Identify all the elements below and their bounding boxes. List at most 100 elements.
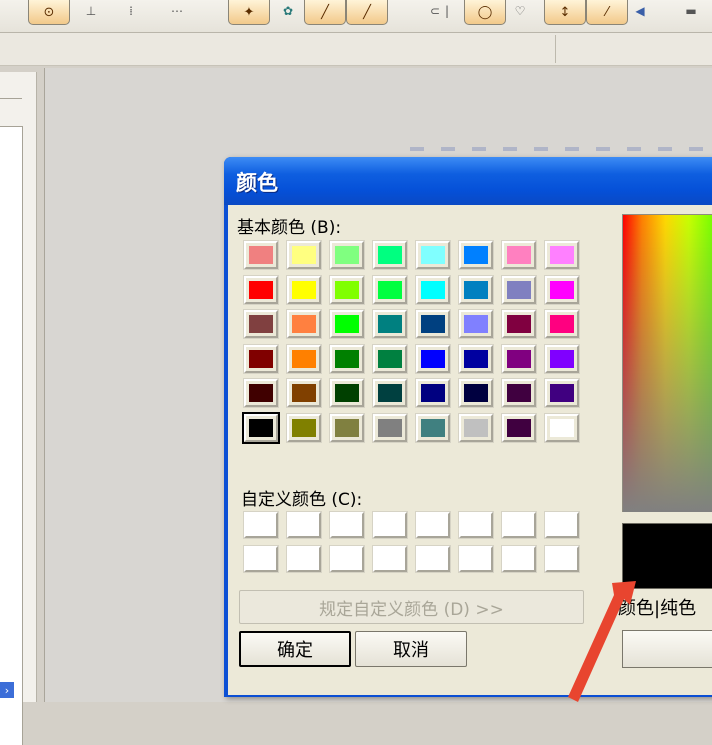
basic-color-swatch[interactable] — [501, 274, 537, 305]
swatch-fill — [292, 349, 316, 368]
custom-color-swatch[interactable] — [243, 545, 279, 573]
basic-color-swatch[interactable] — [544, 343, 580, 374]
custom-color-swatch[interactable] — [501, 511, 537, 539]
swatch-fill — [464, 349, 488, 368]
toolbar-button-13[interactable]: ↕ — [544, 0, 586, 25]
basic-color-swatch[interactable] — [242, 411, 280, 444]
custom-color-swatch[interactable] — [415, 511, 451, 539]
ok-button[interactable]: 确定 — [239, 631, 351, 667]
basic-color-swatch[interactable] — [372, 309, 408, 339]
basic-color-swatch[interactable] — [415, 412, 451, 443]
basic-color-swatch[interactable] — [501, 343, 537, 374]
basic-color-swatch[interactable] — [501, 240, 537, 270]
basic-color-swatch[interactable] — [415, 240, 451, 270]
swatch-fill — [507, 246, 531, 264]
basic-color-swatch[interactable] — [329, 274, 365, 305]
basic-color-swatch[interactable] — [501, 309, 537, 339]
basic-color-swatch[interactable] — [544, 309, 580, 339]
basic-color-swatch[interactable] — [501, 412, 537, 443]
swatch-fill — [464, 246, 488, 264]
basic-color-swatch[interactable] — [329, 412, 365, 443]
basic-color-swatch[interactable] — [372, 343, 408, 374]
basic-color-swatch[interactable] — [243, 274, 279, 305]
basic-color-swatch[interactable] — [372, 240, 408, 270]
basic-color-swatch[interactable] — [286, 412, 322, 443]
basic-color-swatch[interactable] — [501, 378, 537, 408]
basic-color-swatch[interactable] — [544, 240, 580, 270]
basic-color-swatch[interactable] — [286, 274, 322, 305]
custom-color-swatch[interactable] — [415, 545, 451, 573]
custom-color-swatch[interactable] — [458, 545, 494, 573]
toolbar-button-8[interactable]: ╱ — [346, 0, 388, 25]
define-custom-colors-button[interactable]: 规定自定义颜色 (D) >> — [239, 590, 584, 624]
basic-color-swatch[interactable] — [458, 412, 494, 443]
toolbar-icon-3[interactable]: ⁞ — [124, 2, 138, 20]
toolbar-icon-10[interactable]: | — [442, 2, 452, 20]
swatch-fill — [550, 315, 574, 333]
toolbar-button-14[interactable]: ⁄ — [586, 0, 628, 25]
basic-color-swatch[interactable] — [544, 378, 580, 408]
toolbar-icon-15[interactable]: ◀ — [630, 2, 650, 20]
basic-color-swatch[interactable] — [372, 274, 408, 305]
basic-color-swatch[interactable] — [415, 378, 451, 408]
toolbar-button-1[interactable]: ⊙ — [28, 0, 70, 25]
basic-color-swatch[interactable] — [372, 412, 408, 443]
left-panel-list[interactable] — [0, 126, 23, 745]
toolbar: ⊙ ⊥ ⁞ ⋯ ✦ ✿ ╱ ╱ ⊂ | ◯ ♡ ↕ ⁄ ◀ ▬ — [0, 0, 712, 33]
basic-color-swatch[interactable] — [415, 309, 451, 339]
cancel-button[interactable]: 取消 — [355, 631, 467, 667]
basic-color-swatch[interactable] — [458, 343, 494, 374]
basic-color-swatch[interactable] — [286, 378, 322, 408]
basic-color-swatch[interactable] — [544, 274, 580, 305]
custom-color-swatch[interactable] — [243, 511, 279, 539]
basic-color-swatch[interactable] — [544, 412, 580, 443]
basic-color-swatch[interactable] — [286, 343, 322, 374]
swatch-fill — [464, 315, 488, 333]
toolbar-icon-16[interactable]: ▬ — [676, 2, 706, 20]
basic-color-swatch[interactable] — [372, 378, 408, 408]
basic-color-swatch[interactable] — [458, 240, 494, 270]
toolbar-icon-6[interactable]: ✿ — [278, 2, 298, 20]
swatch-fill — [335, 418, 359, 437]
toolbar-button-5[interactable]: ✦ — [228, 0, 270, 25]
toolbar-icon-4[interactable]: ⋯ — [162, 2, 192, 20]
basic-color-swatch[interactable] — [243, 378, 279, 408]
toolbar-button-11[interactable]: ◯ — [464, 0, 506, 25]
scroll-right-icon[interactable]: › — [0, 682, 14, 698]
toolbar-icon-9[interactable]: ⊂ — [428, 2, 442, 20]
custom-color-swatch[interactable] — [329, 511, 365, 539]
swatch-fill — [292, 280, 316, 299]
color-spectrum[interactable] — [622, 214, 712, 512]
basic-color-swatch[interactable] — [329, 378, 365, 408]
basic-color-swatch[interactable] — [458, 309, 494, 339]
basic-color-swatch[interactable] — [243, 240, 279, 270]
basic-color-swatch[interactable] — [415, 274, 451, 305]
basic-color-swatch[interactable] — [243, 343, 279, 374]
custom-color-swatch[interactable] — [286, 511, 322, 539]
custom-color-swatch[interactable] — [372, 545, 408, 573]
toolbar-icon-12[interactable]: ♡ — [512, 2, 528, 20]
basic-color-swatch[interactable] — [329, 343, 365, 374]
custom-color-swatch[interactable] — [544, 545, 580, 573]
swatch-fill — [421, 384, 445, 402]
swatch-fill — [378, 384, 402, 402]
swatch-fill — [292, 384, 316, 402]
custom-color-swatch[interactable] — [372, 511, 408, 539]
basic-color-swatch[interactable] — [286, 309, 322, 339]
basic-color-swatch[interactable] — [329, 309, 365, 339]
basic-color-swatch[interactable] — [243, 309, 279, 339]
custom-color-swatch[interactable] — [286, 545, 322, 573]
toolbar-button-7[interactable]: ╱ — [304, 0, 346, 25]
basic-color-swatch[interactable] — [458, 274, 494, 305]
basic-color-swatch[interactable] — [329, 240, 365, 270]
custom-color-swatch[interactable] — [501, 545, 537, 573]
custom-color-swatch[interactable] — [329, 545, 365, 573]
basic-color-swatch[interactable] — [286, 240, 322, 270]
basic-color-swatch[interactable] — [458, 378, 494, 408]
dialog-titlebar[interactable]: 颜色 — [224, 157, 712, 205]
swatch-fill — [378, 315, 402, 333]
toolbar-icon-2[interactable]: ⊥ — [84, 2, 98, 20]
custom-color-swatch[interactable] — [544, 511, 580, 539]
custom-color-swatch[interactable] — [458, 511, 494, 539]
basic-color-swatch[interactable] — [415, 343, 451, 374]
